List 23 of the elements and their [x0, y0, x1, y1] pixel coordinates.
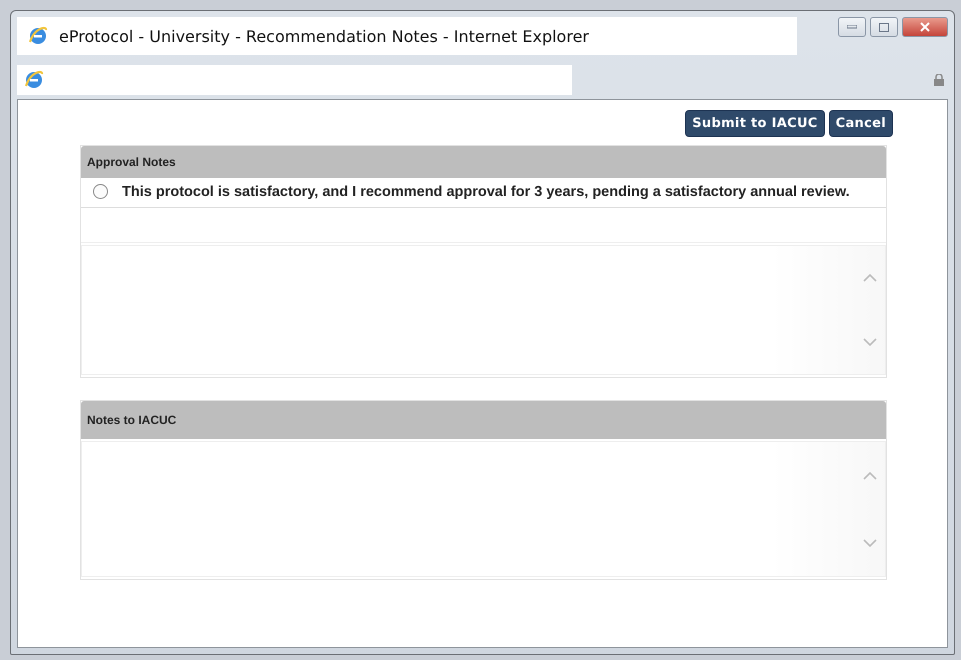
minimize-button[interactable]	[838, 17, 866, 37]
minimize-icon	[847, 25, 857, 29]
browser-logo-icon	[27, 25, 49, 47]
address-field[interactable]	[17, 65, 572, 95]
section-heading: Notes to IACUC	[87, 413, 176, 427]
notes-textarea[interactable]	[81, 441, 886, 577]
radio-button[interactable]	[93, 184, 108, 199]
close-button[interactable]	[902, 17, 948, 37]
scroll-up-icon[interactable]	[863, 274, 877, 282]
notes-textarea[interactable]	[81, 245, 886, 375]
window-title: eProtocol - University - Recommendation Notes - Internet Explorer	[59, 26, 589, 46]
section-heading: Approval Notes	[87, 155, 176, 169]
maximize-button[interactable]	[870, 17, 898, 37]
lock-icon	[934, 74, 944, 86]
page-icon	[23, 69, 45, 91]
scroll-down-icon[interactable]	[863, 338, 877, 346]
maximize-icon	[879, 22, 889, 32]
option-label: This protocol is satisfactory, and I recommend approval for 3 years, pending a satisfactory annual review.	[122, 184, 850, 198]
close-icon	[920, 22, 930, 32]
submit-button[interactable]: Submit to IACUC	[685, 110, 825, 137]
cancel-button[interactable]: Cancel	[828, 110, 893, 137]
scroll-up-icon[interactable]	[863, 472, 877, 480]
scroll-down-icon[interactable]	[863, 538, 877, 546]
